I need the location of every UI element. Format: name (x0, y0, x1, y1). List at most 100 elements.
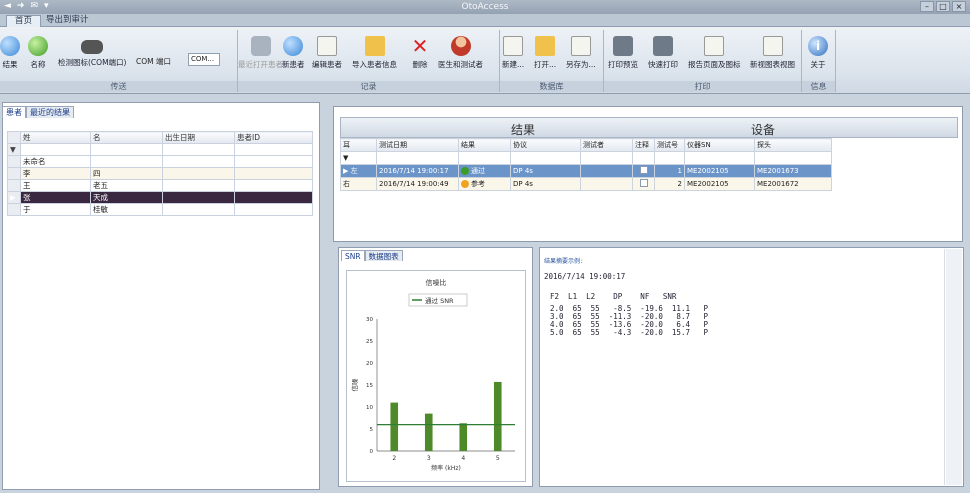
vertical-scrollbar[interactable] (946, 249, 962, 485)
title-bar: ◄ ➜ ✉ ▾ OtoAccess – □ × (0, 0, 970, 14)
save-icon (570, 36, 591, 56)
group-label-transfer: 传送 (0, 81, 237, 92)
x-axis-label: 频率 (kHz) (431, 464, 461, 472)
window-title: OtoAccess (461, 2, 509, 12)
group-info: i 关于 信息 (802, 30, 836, 92)
detail-heading: 结果摘要示例: (544, 258, 584, 265)
group-database: 新建... 打开... 另存为... 数据库 (500, 30, 604, 92)
results-group-label: 结果 (511, 123, 536, 137)
detect-device-button[interactable]: 检测图标(COM端口) (58, 36, 126, 68)
com-port-select[interactable]: COM... (188, 53, 220, 66)
person-icon (250, 36, 271, 56)
bar (424, 413, 433, 451)
delete-button[interactable]: ✕ 删除 (410, 36, 430, 70)
pass-icon (461, 167, 469, 175)
recent-patient-button: 最近打开患者 (238, 36, 283, 70)
col-test-date[interactable]: 测试日期 (376, 138, 459, 152)
tab-snr[interactable]: SNR (341, 250, 365, 261)
chart-title: 信噪比 (426, 278, 447, 287)
ribbon: 结果 名称 检测图标(COM端口) COM 端口 COM... 传送 最近打开患… (0, 27, 970, 94)
results-group-header: 结果 设备 (340, 117, 958, 138)
table-row[interactable]: 未命名 (7, 155, 313, 168)
filter-row[interactable]: ▼ (7, 143, 313, 156)
doctor-tester-button[interactable]: 医生和测试者 (438, 36, 483, 70)
report-setup-button[interactable]: 报告页面及图标 (688, 36, 741, 70)
detail-line: 5.0 65 55 -4.3 -20.0 15.7 P (550, 328, 709, 337)
add-icon (283, 36, 304, 56)
group-label-info: 信息 (802, 81, 835, 92)
quick-print-button[interactable]: 快速打印 (648, 36, 678, 70)
chart-tabs: SNR 数据图表 (341, 250, 403, 261)
col-note[interactable]: 注释 (632, 138, 655, 152)
col-probe[interactable]: 探头 (754, 138, 832, 152)
col-patient-id[interactable]: 患者ID (234, 131, 313, 144)
col-instrument-sn[interactable]: 仪器SN (684, 138, 755, 152)
table-row-selected[interactable]: ▶ 左 2016/7/14 19:00:17 通过 DP 4s 1 ME2002… (340, 164, 832, 178)
edit-icon (317, 36, 337, 56)
tab-patients[interactable]: 患者 (2, 106, 26, 118)
minimize-icon[interactable]: – (920, 1, 934, 12)
view-icon (762, 36, 783, 56)
y-tick-label: 10 (366, 405, 373, 411)
doctor-icon (450, 36, 471, 56)
ribbon-tab-bar: 首页 导出到审计 (0, 14, 970, 27)
tab-recent-results[interactable]: 最近的结果 (26, 106, 74, 118)
report-icon (704, 36, 725, 56)
table-row[interactable]: 李 四 (7, 167, 313, 180)
y-tick-label: 0 (370, 449, 374, 455)
tab-export-audit[interactable]: 导出到审计 (38, 15, 97, 27)
patients-tabs: 患者 最近的结果 (2, 106, 74, 118)
note-icon[interactable] (639, 179, 648, 187)
y-tick-label: 15 (366, 383, 373, 389)
tab-data-chart[interactable]: 数据图表 (364, 250, 403, 261)
x-tick-label: 5 (496, 455, 500, 462)
about-button[interactable]: i 关于 (808, 36, 828, 70)
name-button[interactable]: 名称 (28, 36, 48, 70)
delete-icon: ✕ (411, 34, 429, 58)
device-group-label: 设备 (751, 123, 776, 137)
info-icon: i (808, 36, 828, 56)
col-dob[interactable]: 出生日期 (162, 131, 235, 144)
test-detail-panel (539, 247, 964, 487)
col-ear[interactable]: 耳 (340, 138, 377, 152)
tab-home[interactable]: 首页 (6, 15, 42, 27)
filter-row[interactable]: ▼ (340, 151, 832, 165)
note-icon[interactable] (639, 166, 648, 174)
new-database-button[interactable]: 新建... (502, 36, 524, 70)
edit-patient-button[interactable]: 编辑患者 (312, 36, 342, 70)
y-tick-label: 5 (370, 427, 374, 433)
close-icon[interactable]: × (952, 1, 966, 12)
group-label-database: 数据库 (500, 81, 603, 92)
table-row-selected[interactable]: ▶ 张 天成 (7, 191, 313, 204)
table-row[interactable]: 于 桂敏 (7, 203, 313, 216)
bar (390, 402, 399, 451)
bar (459, 423, 468, 451)
table-row[interactable]: 右 2016/7/14 19:00:49 参考 DP 4s 2 ME200210… (340, 177, 832, 191)
maximize-icon[interactable]: □ (936, 1, 950, 12)
printer-icon (653, 36, 673, 56)
group-records: 最近打开患者 新患者 编辑患者 导入患者信息 ✕ 删除 医生和测试者 记录 (238, 30, 500, 92)
col-first-name[interactable]: 名 (90, 131, 163, 144)
sync-button[interactable]: 结果 (0, 36, 20, 70)
col-tester[interactable]: 测试者 (580, 138, 633, 152)
col-result[interactable]: 结果 (458, 138, 511, 152)
row-pointer-icon: ▶ (7, 191, 21, 204)
print-preview-button[interactable]: 打印预览 (608, 36, 638, 70)
patients-table: 姓 名 出生日期 患者ID ▼ 未命名 李 四 王 老五 ▶ 张 天成 于 桂敏 (7, 131, 313, 216)
col-last-name[interactable]: 姓 (20, 131, 91, 144)
refresh-icon (28, 36, 48, 56)
open-button[interactable]: 打开... (534, 36, 556, 70)
save-as-button[interactable]: 另存为... (566, 36, 596, 70)
x-tick-label: 3 (427, 455, 431, 462)
bar (493, 381, 502, 451)
y-tick-label: 20 (366, 361, 373, 367)
new-patient-button[interactable]: 新患者 (282, 36, 305, 70)
x-tick-label: 4 (461, 455, 465, 462)
new-view-button[interactable]: 新视图表视图 (750, 36, 795, 70)
y-axis-label: 信噪 (350, 378, 359, 392)
group-label-records: 记录 (238, 81, 499, 92)
col-test-no[interactable]: 测试号 (654, 138, 685, 152)
import-patient-button[interactable]: 导入患者信息 (352, 36, 397, 70)
col-protocol[interactable]: 协议 (510, 138, 581, 152)
table-row[interactable]: 王 老五 (7, 179, 313, 192)
